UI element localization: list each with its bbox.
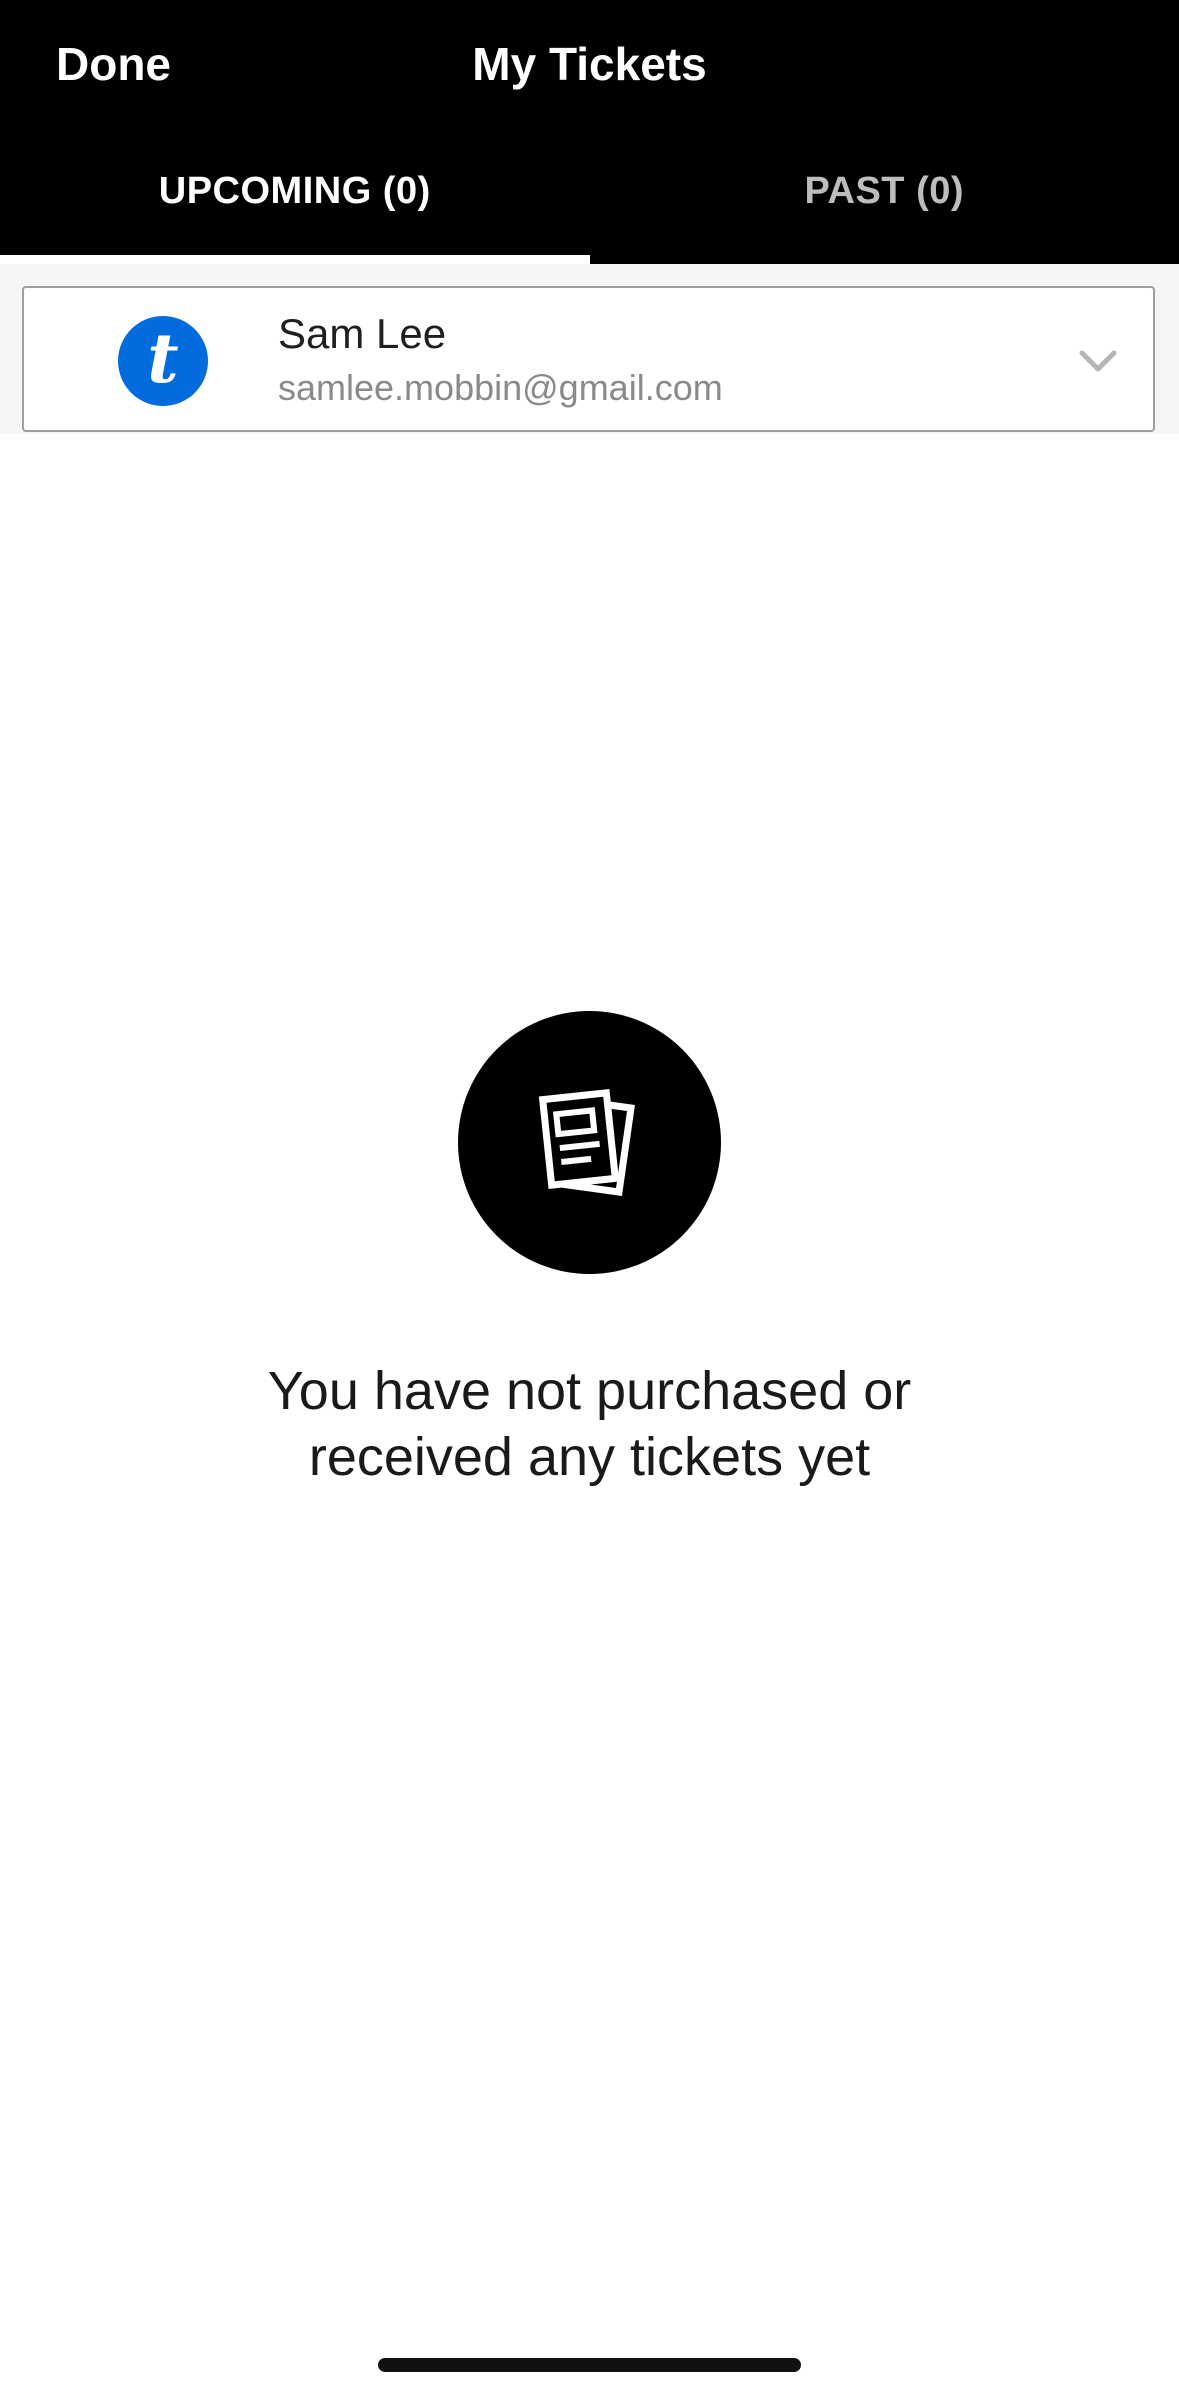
tab-past[interactable]: PAST (0)	[590, 150, 1179, 264]
header-bar: Done My Tickets UPCOMING (0) PAST (0)	[0, 0, 1179, 264]
tab-past-label: PAST (0)	[804, 170, 965, 212]
account-selector[interactable]: t Sam Lee samlee.mobbin@gmail.com	[22, 286, 1155, 432]
tab-bar: UPCOMING (0) PAST (0)	[0, 150, 1179, 264]
home-indicator[interactable]	[378, 2358, 801, 2372]
tab-upcoming[interactable]: UPCOMING (0)	[0, 150, 590, 264]
account-section: t Sam Lee samlee.mobbin@gmail.com	[0, 264, 1179, 434]
logo-letter: t	[147, 319, 179, 399]
account-name: Sam Lee	[278, 310, 447, 357]
empty-state-message: You have not purchased or received any t…	[100, 1358, 1079, 1490]
empty-state-line-2: received any tickets yet	[308, 1427, 871, 1487]
ticketmaster-logo-icon: t	[118, 316, 208, 406]
tab-upcoming-label: UPCOMING (0)	[158, 170, 431, 212]
empty-state-line-1: You have not purchased or	[267, 1361, 912, 1421]
page-title: My Tickets	[472, 38, 707, 90]
account-email: samlee.mobbin@gmail.com	[278, 367, 723, 408]
empty-state-badge	[458, 1011, 721, 1274]
my-tickets-screen: Done My Tickets UPCOMING (0) PAST (0) t …	[0, 0, 1179, 2396]
active-tab-indicator	[0, 255, 590, 264]
tickets-icon	[538, 1088, 635, 1196]
chevron-down-icon[interactable]	[1073, 336, 1123, 386]
